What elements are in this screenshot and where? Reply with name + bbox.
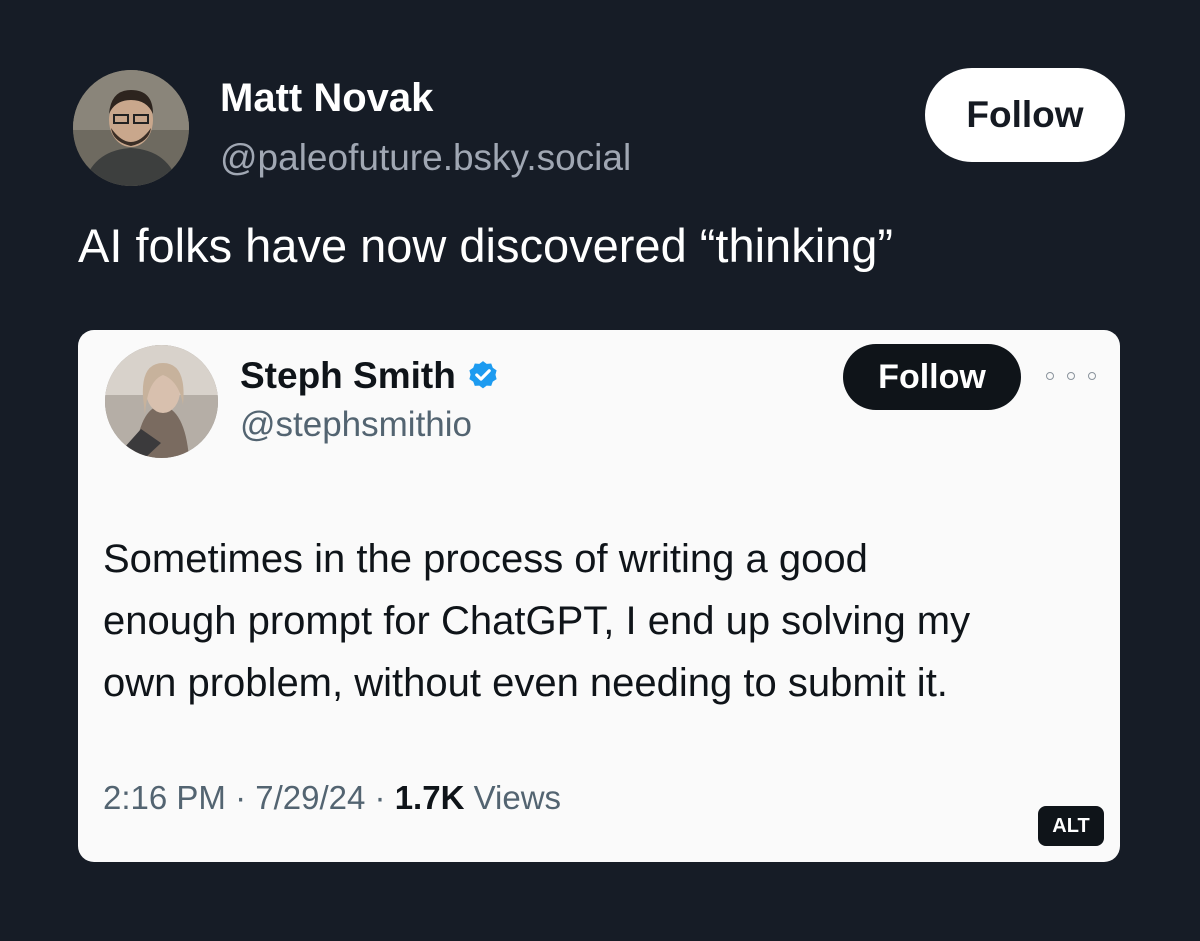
embedded-author-avatar[interactable]: [105, 345, 218, 458]
embedded-post-text-line: own problem, without even needing to sub…: [103, 661, 948, 705]
more-options-icon[interactable]: [1046, 366, 1096, 386]
avatar-photo: [105, 345, 218, 458]
embedded-post-card[interactable]: Steph Smith @stephsmithio Follow Sometim…: [78, 330, 1120, 862]
views-count[interactable]: 1.7K: [395, 779, 465, 816]
embedded-post-text-line: Sometimes in the process of writing a go…: [103, 537, 868, 581]
post-date[interactable]: 7/29/24: [255, 779, 365, 816]
embedded-author-name[interactable]: Steph Smith: [240, 352, 500, 400]
embedded-follow-button[interactable]: Follow: [843, 344, 1021, 410]
post-text: AI folks have now discovered “thinking”: [78, 219, 894, 272]
embedded-author-name-text: Steph Smith: [240, 355, 456, 396]
meta-separator: ·: [374, 779, 386, 816]
outer-follow-button[interactable]: Follow: [925, 68, 1125, 162]
embedded-post-text: Sometimes in the process of writing a go…: [103, 528, 1093, 714]
more-dot: [1046, 372, 1054, 380]
outer-author-avatar[interactable]: [73, 70, 189, 186]
alt-text-badge[interactable]: ALT: [1038, 806, 1104, 846]
verified-badge-icon: [469, 361, 497, 389]
outer-author-name[interactable]: Matt Novak: [220, 72, 433, 124]
post-metadata: 2:16 PM · 7/29/24 · 1.7K Views: [103, 776, 561, 820]
post-time[interactable]: 2:16 PM: [103, 779, 226, 816]
avatar-photo: [73, 70, 189, 186]
views-label: Views: [473, 779, 562, 816]
embedded-post-text-line: enough prompt for ChatGPT, I end up solv…: [103, 599, 971, 643]
more-dot: [1067, 372, 1075, 380]
embedded-author-handle[interactable]: @stephsmithio: [240, 402, 472, 448]
outer-author-handle[interactable]: @paleofuture.bsky.social: [220, 134, 631, 182]
more-dot: [1088, 372, 1096, 380]
meta-separator: ·: [235, 779, 247, 816]
